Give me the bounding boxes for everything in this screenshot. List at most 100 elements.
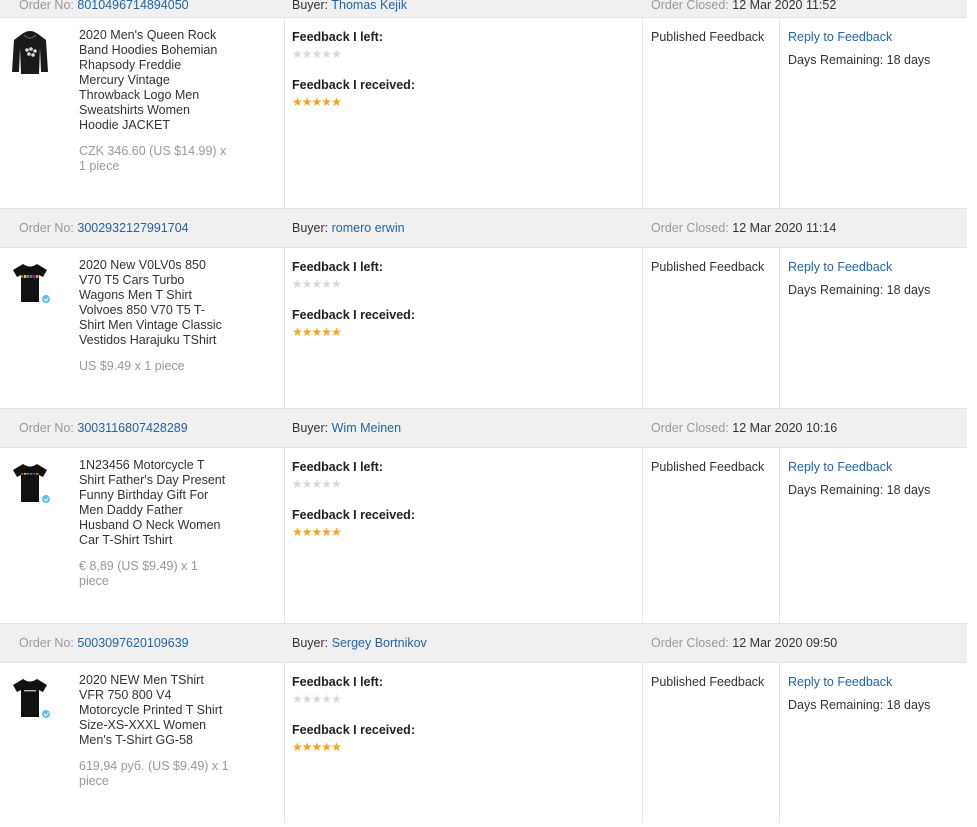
star-icon: ★ [292, 277, 303, 291]
star-icon: ★ [311, 95, 323, 109]
buyer-link[interactable]: romero erwin [332, 221, 405, 235]
feedback-cell: Feedback I left: ★★★★★ Feedback I receiv… [285, 663, 643, 823]
star-icon: ★ [331, 277, 342, 291]
star-icon: ★ [321, 477, 332, 491]
star-icon: ★ [321, 525, 332, 539]
buyer-link[interactable]: Thomas Kejik [331, 0, 407, 12]
buyer-link[interactable]: Wim Meinen [332, 421, 401, 435]
star-icon: ★ [321, 277, 332, 291]
order-header: Order No: 3003116807428289 Buyer: Wim Me… [0, 408, 967, 448]
order-body: 2020 NEW Men TShirt VFR 750 800 V4 Motor… [0, 663, 967, 823]
feedback-left-label: Feedback I left: [292, 675, 383, 689]
product-cell: 2020 NEW Men TShirt VFR 750 800 V4 Motor… [0, 663, 285, 823]
star-icon: ★ [321, 692, 332, 706]
action-cell: Reply to Feedback Days Remaining: 18 day… [780, 448, 967, 623]
star-icon: ★ [311, 525, 323, 539]
order-closed-label: Order Closed: [651, 421, 729, 435]
order-body: 1N23456 Motorcycle T Shirt Father's Day … [0, 448, 967, 623]
reply-to-feedback-link[interactable]: Reply to Feedback [788, 675, 892, 690]
star-icon: ★ [311, 47, 323, 61]
product-price: 619,94 руб. (US $9.49) x 1 piece [79, 759, 229, 788]
days-remaining: Days Remaining: 18 days [788, 698, 931, 712]
star-icon: ★ [301, 277, 313, 291]
feedback-status: Published Feedback [651, 460, 765, 474]
order-number-link[interactable]: 3003116807428289 [77, 421, 187, 435]
order-number-label: Order No: [19, 636, 74, 650]
reply-to-feedback-link[interactable]: Reply to Feedback [788, 460, 892, 475]
buyer-cell: Buyer: Thomas Kejik [292, 0, 651, 12]
star-icon: ★ [292, 692, 303, 706]
order-closed-cell: Order Closed: 12 Mar 2020 11:52 [651, 0, 836, 12]
feedback-received-label: Feedback I received: [292, 78, 415, 92]
order-number-label: Order No: [19, 0, 74, 12]
feedback-received-stars: ★★★★★ [292, 526, 642, 538]
feedback-cell: Feedback I left: ★★★★★ Feedback I receiv… [285, 448, 643, 623]
order-block: Order No: 3002932127991704 Buyer: romero… [0, 208, 967, 408]
feedback-left-stars: ★★★★★ [292, 48, 642, 60]
product-title[interactable]: 1N23456 Motorcycle T Shirt Father's Day … [79, 458, 229, 548]
star-icon: ★ [311, 325, 323, 339]
status-cell: Published Feedback [643, 663, 780, 823]
product-thumbnail[interactable] [10, 258, 60, 314]
action-cell: Reply to Feedback Days Remaining: 18 day… [780, 663, 967, 823]
star-icon: ★ [331, 477, 342, 491]
feedback-received-stars: ★★★★★ [292, 741, 642, 753]
star-icon: ★ [331, 692, 342, 706]
product-thumbnail[interactable] [10, 458, 60, 514]
order-header: Order No: 8010496714894050 Buyer: Thomas… [0, 0, 967, 18]
order-number-cell: Order No: 3003116807428289 [0, 421, 292, 435]
order-number-cell: Order No: 8010496714894050 [0, 0, 292, 12]
star-icon: ★ [301, 525, 313, 539]
reply-to-feedback-link[interactable]: Reply to Feedback [788, 260, 892, 275]
reply-to-feedback-link[interactable]: Reply to Feedback [788, 30, 892, 45]
order-header: Order No: 3002932127991704 Buyer: romero… [0, 208, 967, 248]
order-closed-cell: Order Closed: 12 Mar 2020 09:50 [651, 636, 837, 650]
product-title[interactable]: 2020 NEW Men TShirt VFR 750 800 V4 Motor… [79, 673, 229, 748]
star-icon: ★ [321, 325, 332, 339]
feedback-left-stars: ★★★★★ [292, 278, 642, 290]
star-icon: ★ [331, 95, 342, 109]
star-icon: ★ [301, 47, 313, 61]
star-icon: ★ [311, 477, 323, 491]
product-cell: 2020 Men's Queen Rock Band Hoodies Bohem… [0, 18, 285, 208]
status-cell: Published Feedback [643, 248, 780, 408]
tshirt-icon [13, 264, 50, 303]
buyer-label: Buyer: [292, 221, 329, 235]
status-cell: Published Feedback [643, 18, 780, 208]
feedback-received-stars: ★★★★★ [292, 96, 642, 108]
product-title[interactable]: 2020 Men's Queen Rock Band Hoodies Bohem… [79, 28, 229, 133]
days-remaining: Days Remaining: 18 days [788, 283, 931, 297]
star-icon: ★ [321, 95, 332, 109]
product-title[interactable]: 2020 New V0LV0s 850 V70 T5 Cars Turbo Wa… [79, 258, 229, 348]
order-closed-date: 12 Mar 2020 09:50 [732, 636, 838, 650]
order-block: Order No: 5003097620109639 Buyer: Sergey… [0, 623, 967, 823]
star-icon: ★ [311, 692, 323, 706]
order-number-link[interactable]: 8010496714894050 [77, 0, 188, 12]
star-icon: ★ [301, 740, 313, 754]
order-number-link[interactable]: 3002932127991704 [77, 221, 188, 235]
feedback-order-list: Order No: 8010496714894050 Buyer: Thomas… [0, 0, 977, 823]
buyer-label: Buyer: [292, 636, 329, 650]
buyer-link[interactable]: Sergey Bortnikov [332, 636, 427, 650]
feedback-left-label: Feedback I left: [292, 30, 383, 44]
order-closed-date: 12 Mar 2020 11:52 [732, 0, 837, 12]
order-header: Order No: 5003097620109639 Buyer: Sergey… [0, 623, 967, 663]
status-cell: Published Feedback [643, 448, 780, 623]
feedback-received-label: Feedback I received: [292, 508, 415, 522]
star-icon: ★ [301, 325, 313, 339]
star-icon: ★ [301, 692, 313, 706]
order-body: 2020 Men's Queen Rock Band Hoodies Bohem… [0, 18, 967, 208]
order-number-link[interactable]: 5003097620109639 [77, 636, 188, 650]
star-icon: ★ [331, 740, 342, 754]
feedback-received-label: Feedback I received: [292, 308, 415, 322]
buyer-cell: Buyer: Sergey Bortnikov [292, 636, 651, 650]
tshirt-icon [13, 679, 50, 718]
buyer-label: Buyer: [292, 0, 329, 12]
product-thumbnail[interactable] [10, 673, 60, 729]
buyer-cell: Buyer: Wim Meinen [292, 421, 651, 435]
product-thumbnail[interactable] [10, 28, 60, 84]
feedback-left-stars: ★★★★★ [292, 693, 642, 705]
feedback-status: Published Feedback [651, 260, 765, 274]
star-icon: ★ [331, 325, 342, 339]
buyer-cell: Buyer: romero erwin [292, 221, 651, 235]
